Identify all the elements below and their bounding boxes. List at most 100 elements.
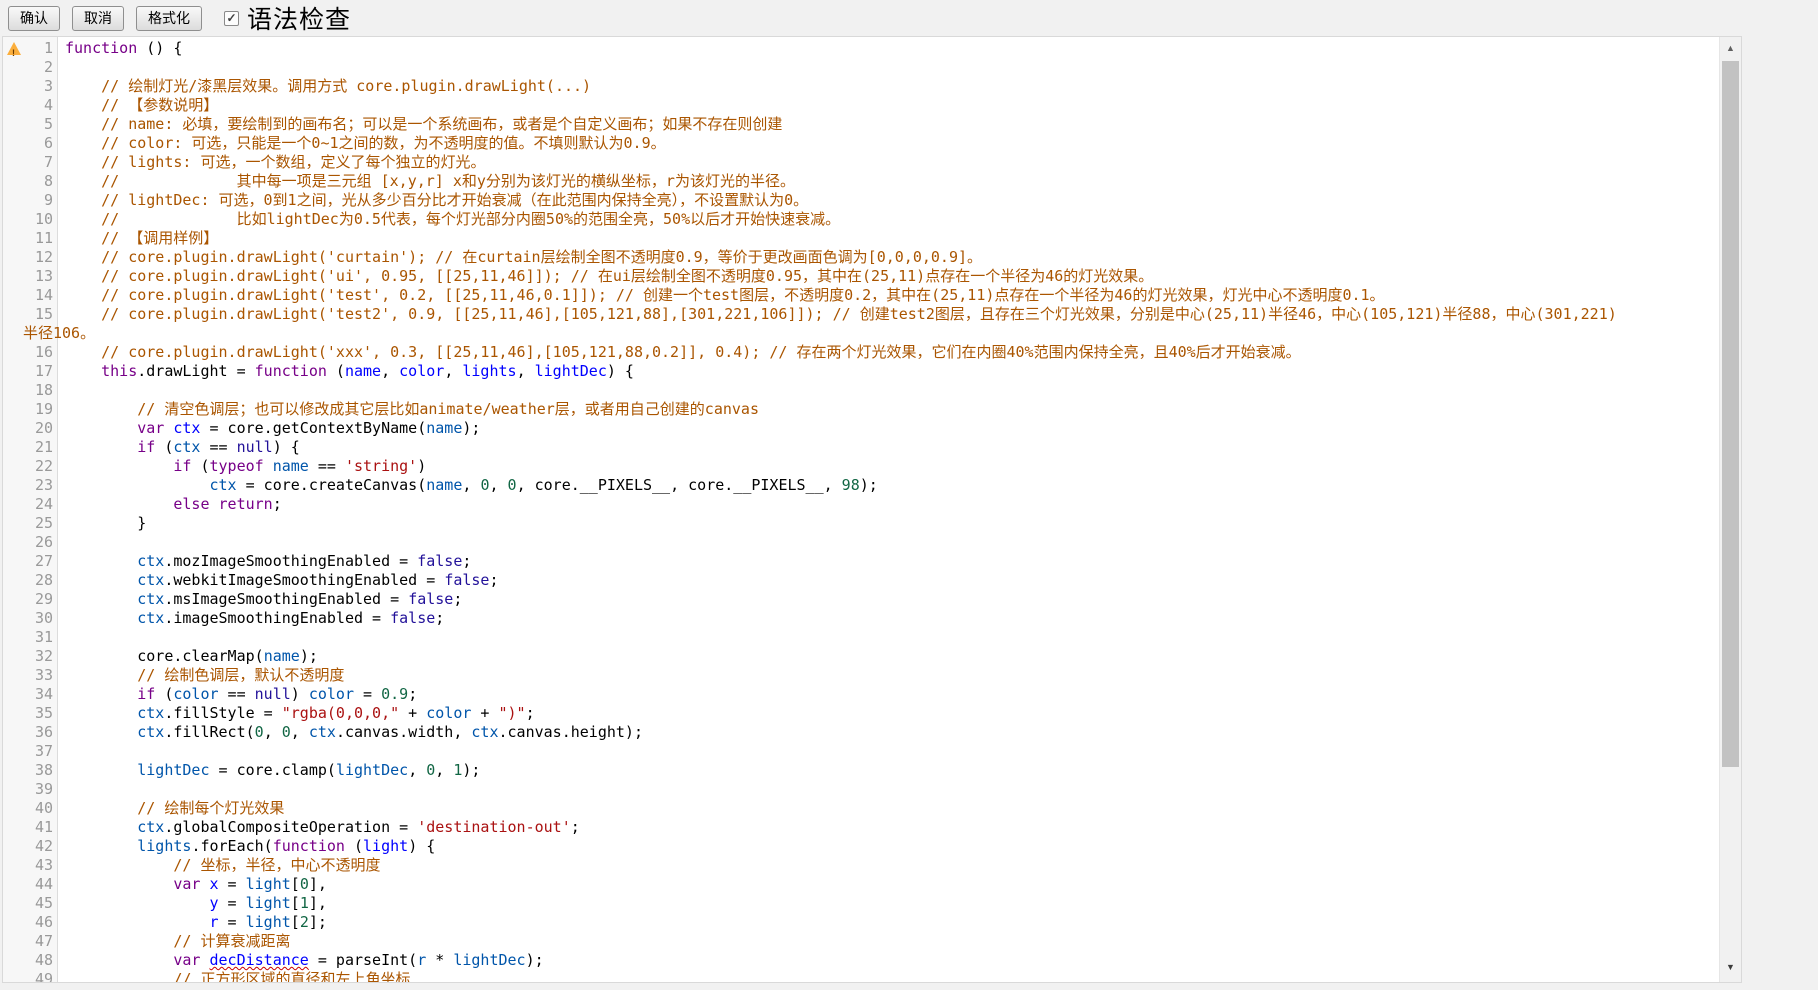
lint-marker-cell: [3, 932, 23, 951]
lint-marker-cell: [3, 704, 23, 723]
line-number: 44: [23, 875, 58, 894]
code-text: // core.plugin.drawLight('test', 0.2, [[…: [58, 286, 1385, 305]
confirm-button[interactable]: 确认: [8, 6, 60, 31]
code-text: // lightDec: 可选，0到1之间，光从多少百分比才开始衰减（在此范围内…: [58, 191, 808, 210]
code-line: 8 // 其中每一项是三元组 [x,y,r] x和y分别为该灯光的横纵坐标，r为…: [3, 172, 1718, 191]
code-line: 21 if (ctx == null) {: [3, 438, 1718, 457]
line-number: 1: [23, 39, 58, 58]
line-number: 33: [23, 666, 58, 685]
code-text: // 绘制灯光/漆黑层效果。调用方式 core.plugin.drawLight…: [58, 77, 591, 96]
code-rows[interactable]: !1function () {23 // 绘制灯光/漆黑层效果。调用方式 cor…: [3, 39, 1718, 982]
line-number: 15: [23, 305, 58, 324]
code-text: else return;: [58, 495, 282, 514]
code-line: 37: [3, 742, 1718, 761]
scrollbar-thumb[interactable]: [1722, 61, 1739, 767]
line-number: 43: [23, 856, 58, 875]
code-line: 12 // core.plugin.drawLight('curtain'); …: [3, 248, 1718, 267]
code-line: 25 }: [3, 514, 1718, 533]
code-line: 17 this.drawLight = function (name, colo…: [3, 362, 1718, 381]
code-line: 26: [3, 533, 1718, 552]
lint-marker-cell: [3, 951, 23, 970]
code-editor[interactable]: !1function () {23 // 绘制灯光/漆黑层效果。调用方式 cor…: [2, 36, 1742, 983]
lint-marker-cell: [3, 248, 23, 267]
code-line: 14 // core.plugin.drawLight('test', 0.2,…: [3, 286, 1718, 305]
lint-marker-cell: [3, 495, 23, 514]
lint-marker-cell: [3, 647, 23, 666]
code-text: // name: 必填，要绘制到的画布名；可以是一个系统画布，或者是个自定义画布…: [58, 115, 782, 134]
line-number: 4: [23, 96, 58, 115]
syntax-check-checkbox[interactable]: ✓: [224, 11, 239, 26]
lint-marker-cell: [3, 191, 23, 210]
vertical-scrollbar[interactable]: ▲ ▼: [1719, 37, 1741, 982]
line-number: 20: [23, 419, 58, 438]
line-number: 31: [23, 628, 58, 647]
code-text: // lights: 可选，一个数组，定义了每个独立的灯光。: [58, 153, 485, 172]
code-text: ctx.webkitImageSmoothingEnabled = false;: [58, 571, 499, 590]
line-number: 18: [23, 381, 58, 400]
line-number: 16: [23, 343, 58, 362]
code-line: 42 lights.forEach(function (light) {: [3, 837, 1718, 856]
code-line: 39: [3, 780, 1718, 799]
code-text: if (ctx == null) {: [58, 438, 300, 457]
code-line: 13 // core.plugin.drawLight('ui', 0.95, …: [3, 267, 1718, 286]
code-text: [58, 742, 65, 761]
line-number: 14: [23, 286, 58, 305]
line-number: 45: [23, 894, 58, 913]
lint-marker-cell: [3, 362, 23, 381]
lint-marker-cell: [3, 894, 23, 913]
lint-marker-cell: [3, 818, 23, 837]
code-line: 10 // 比如lightDec为0.5代表，每个灯光部分内圈50%的范围全亮，…: [3, 210, 1718, 229]
scroll-up-button[interactable]: ▲: [1720, 39, 1741, 57]
lint-marker-cell: [3, 571, 23, 590]
code-line: 34 if (color == null) color = 0.9;: [3, 685, 1718, 704]
cancel-button[interactable]: 取消: [72, 6, 124, 31]
scroll-down-button[interactable]: ▼: [1720, 958, 1741, 976]
line-number: 11: [23, 229, 58, 248]
lint-marker-cell: [3, 780, 23, 799]
code-line: 15 // core.plugin.drawLight('test2', 0.9…: [3, 305, 1718, 324]
lint-marker-cell: [3, 799, 23, 818]
code-text: r = light[2];: [58, 913, 327, 932]
code-line: 28 ctx.webkitImageSmoothingEnabled = fal…: [3, 571, 1718, 590]
lint-marker-cell: [3, 400, 23, 419]
code-text: // 比如lightDec为0.5代表，每个灯光部分内圈50%的范围全亮，50%…: [58, 210, 840, 229]
code-text: function () {: [58, 39, 182, 58]
code-text: [58, 533, 65, 552]
line-number: 22: [23, 457, 58, 476]
line-number: 3: [23, 77, 58, 96]
lint-marker-cell: [3, 115, 23, 134]
lint-marker-cell: [3, 210, 23, 229]
line-number: 41: [23, 818, 58, 837]
line-number: 9: [23, 191, 58, 210]
lint-marker-cell: [3, 970, 23, 982]
code-text: ctx.msImageSmoothingEnabled = false;: [58, 590, 462, 609]
code-text: // core.plugin.drawLight('ui', 0.95, [[2…: [58, 267, 1153, 286]
code-text: [58, 780, 65, 799]
syntax-check-label: 语法检查: [247, 0, 351, 36]
code-text: // color: 可选，只能是一个0~1之间的数，为不透明度的值。不填则默认为…: [58, 134, 666, 153]
lint-marker-cell: [3, 438, 23, 457]
code-text: y = light[1],: [58, 894, 327, 913]
code-line: 7 // lights: 可选，一个数组，定义了每个独立的灯光。: [3, 153, 1718, 172]
code-text: ctx.mozImageSmoothingEnabled = false;: [58, 552, 471, 571]
code-line: 18: [3, 381, 1718, 400]
lint-marker-cell: [3, 172, 23, 191]
lint-marker-cell: [3, 286, 23, 305]
lint-marker-cell: [3, 514, 23, 533]
code-text: lightDec = core.clamp(lightDec, 0, 1);: [58, 761, 480, 780]
code-text: // 正方形区域的直径和左上角坐标: [58, 970, 410, 982]
line-number: 40: [23, 799, 58, 818]
lint-marker-cell: [3, 419, 23, 438]
line-number: 13: [23, 267, 58, 286]
lint-marker-cell: [3, 856, 23, 875]
code-line: 38 lightDec = core.clamp(lightDec, 0, 1)…: [3, 761, 1718, 780]
code-line: 48 var decDistance = parseInt(r * lightD…: [3, 951, 1718, 970]
line-number: 29: [23, 590, 58, 609]
code-text: ctx.imageSmoothingEnabled = false;: [58, 609, 444, 628]
code-line: 24 else return;: [3, 495, 1718, 514]
code-text: }: [58, 514, 146, 533]
lint-marker-cell: [3, 153, 23, 172]
code-text: // 绘制色调层，默认不透明度: [58, 666, 344, 685]
code-text: // 坐标，半径，中心不透明度: [58, 856, 380, 875]
format-button[interactable]: 格式化: [136, 6, 202, 31]
